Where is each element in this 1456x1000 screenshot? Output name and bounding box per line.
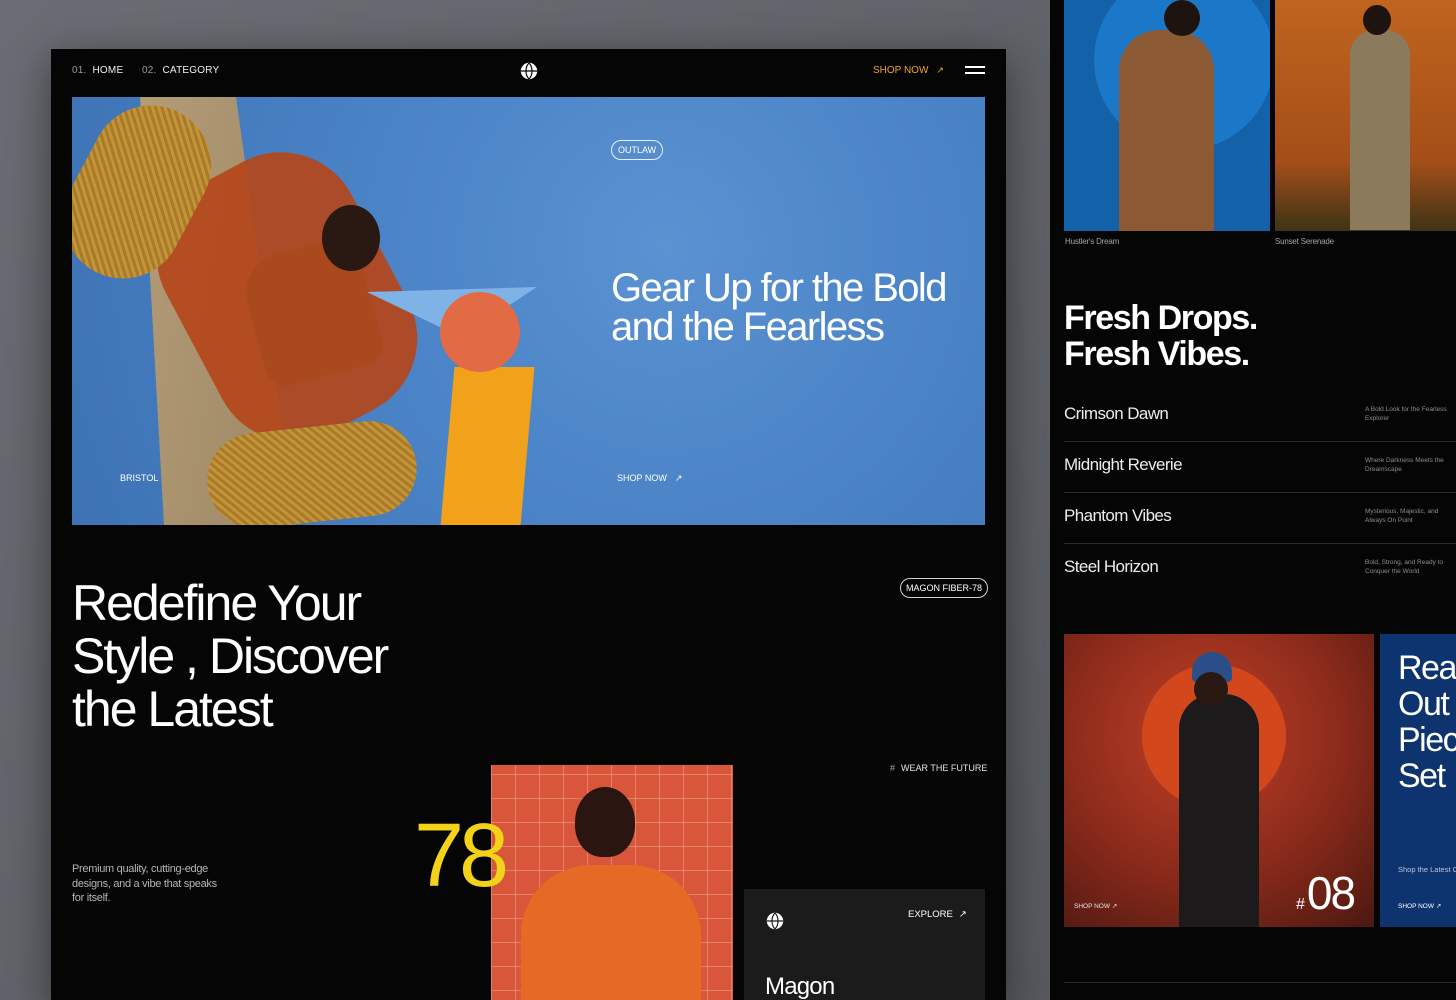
hash-symbol: # [890,763,896,773]
arrow-up-right-icon: ↗ [1435,903,1442,910]
nav-item-number: 01. [72,65,87,76]
arrow-up-right-icon: ↗ [958,909,967,920]
arrow-up-right-icon: ↗ [1111,903,1118,910]
model-head [1194,672,1228,706]
hero-shop-now-link[interactable]: SHOP NOW ↗ [617,473,682,484]
secondary-page-panel: Hustler's Dream Sunset Serenade Fresh Dr… [1050,0,1456,1000]
card-title: Magon [765,973,835,1000]
tagline-text: WEAR THE FUTURE [901,763,988,773]
nav-item-label: HOME [92,65,124,76]
model-photo-orange [491,765,733,1000]
top-navigation: 01. HOME 02. CATEGORY SHOP NOW ↗ [51,49,1006,95]
tagline: # WEAR THE FUTURE [890,763,987,773]
photo-caption: Sunset Serenade [1275,237,1334,246]
hero-title: Gear Up for the Bold and the Fearless [611,266,947,349]
collection-list: Crimson Dawn A Bold Look for the Fearles… [1064,391,1456,595]
list-item-description: Bold, Strong, and Ready to Conquer the W… [1365,559,1444,575]
list-item-name: Steel Horizon [1064,557,1159,576]
model-shirt [521,865,701,1000]
list-item-description: Where Darkness Meets the Dreamscape [1365,457,1444,473]
nav-item-label: CATEGORY [162,65,220,76]
card-number-value: 08 [1306,867,1356,919]
list-item-description: Mysterious, Majestic, and Always On Poin… [1365,508,1439,524]
globe-icon [766,912,784,930]
hamburger-menu-icon[interactable] [965,66,985,74]
model-coat [1119,30,1214,231]
hash-symbol: # [1296,896,1305,913]
explore-card[interactable]: EXPLORE ↗ Magon [744,889,985,1000]
arrow-up-right-icon: ↗ [674,473,683,483]
list-item[interactable]: Phantom Vibes Mysterious, Majestic, and … [1064,493,1456,544]
model-coat [1179,694,1259,927]
shop-now-label: SHOP NOW [617,473,667,483]
section-heading: Redefine Your Style , Discover the Lates… [72,575,389,737]
hero-location-label: BRISTOL [120,473,159,483]
fresh-drops-heading: Fresh Drops. Fresh Vibes. [1064,299,1258,373]
model-head [1164,0,1200,36]
explore-label: EXPLORE [908,909,953,920]
shop-now-label: SHOP NOW [1074,903,1110,910]
nav-item-number: 02. [142,65,157,76]
product-badge[interactable]: MAGON FIBER-78 [900,578,989,598]
list-item[interactable]: Midnight Reverie Where Darkness Meets th… [1064,442,1456,493]
divider [1064,982,1456,983]
shop-now-label: SHOP NOW [873,65,929,76]
promo-card-blue[interactable]: Rea Out Piec Set Shop the Latest C Your … [1380,634,1456,927]
list-item-description: A Bold Look for the Fearless Explorer [1365,406,1447,422]
promo-card-title: Rea Out Piec Set [1398,649,1456,795]
hero-photo-sculpture-pole [439,367,535,525]
list-item-name: Crimson Dawn [1064,404,1169,423]
list-item-name: Phantom Vibes [1064,506,1172,525]
model-head [1363,5,1391,35]
shop-now-link[interactable]: SHOP NOW ↗ [1398,902,1441,910]
hero-tag[interactable]: OUTLAW [611,140,664,160]
hero-banner: OUTLAW Gear Up for the Bold and the Fear… [72,97,985,525]
main-page-panel: 01. HOME 02. CATEGORY SHOP NOW ↗ OUTLAW Gea… [51,49,1006,1000]
product-photo-sunset-serenade[interactable] [1275,0,1456,231]
list-item-name: Midnight Reverie [1064,455,1183,474]
promo-card-subtitle: Shop the Latest C Your Wardrobe To [1398,865,1456,874]
shop-now-label: SHOP NOW [1398,903,1434,910]
list-item[interactable]: Steel Horizon Bold, Strong, and Ready to… [1064,544,1456,595]
product-card-08[interactable]: SHOP NOW ↗ #08 [1064,634,1374,927]
nav-item-category[interactable]: 02. CATEGORY [142,65,219,76]
product-photo-hustlers-dream[interactable] [1064,0,1270,231]
card-number: #08 [1296,866,1356,920]
explore-link[interactable]: EXPLORE ↗ [908,909,967,920]
list-item[interactable]: Crimson Dawn A Bold Look for the Fearles… [1064,391,1456,442]
photo-caption: Hustler's Dream [1065,237,1120,246]
hero-photo-head [322,205,380,271]
big-number: 78 [414,806,509,906]
section-description: Premium quality, cutting-edge designs, a… [72,863,217,904]
shop-now-link[interactable]: SHOP NOW ↗ [873,65,944,76]
model-head [575,787,635,857]
model-coat [1350,30,1410,230]
nav-item-home[interactable]: 01. HOME [72,65,123,76]
globe-icon[interactable] [520,62,538,80]
shop-now-link[interactable]: SHOP NOW ↗ [1074,902,1117,910]
arrow-up-right-icon: ↗ [936,65,944,75]
